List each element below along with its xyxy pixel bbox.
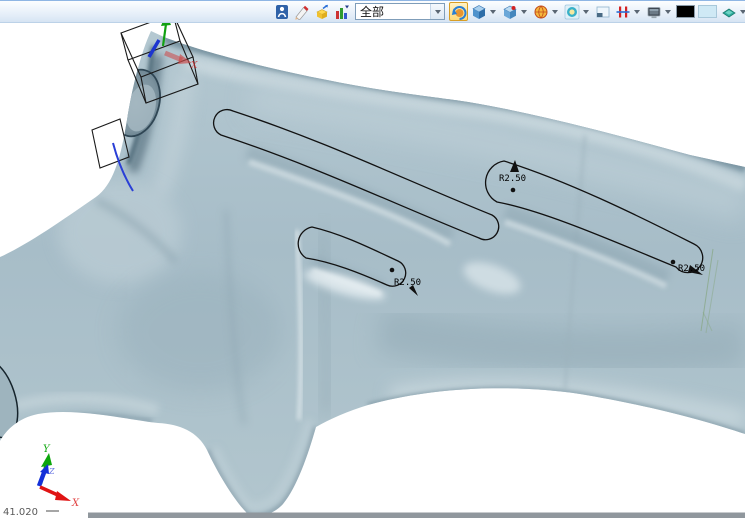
material-gem-dropdown[interactable] [740,10,745,14]
triad-z-label: Z [48,467,55,476]
clip-section-dropdown[interactable] [634,10,640,14]
triad-y-label: Y [43,444,51,455]
bottom-window-bar [88,513,745,518]
orient-view-icon[interactable] [449,2,468,21]
display-monitor-icon[interactable] [644,2,663,21]
shaded-view-icon[interactable] [500,2,519,21]
selection-filter-dropdown[interactable] [430,4,444,19]
shaded-view-dropdown[interactable] [521,10,527,14]
status-readout: 41.020 [3,507,38,518]
isometric-view-dropdown[interactable] [490,10,496,14]
datum-x-label: X [190,61,198,71]
render-style-ring-icon[interactable] [562,2,581,21]
triad-x-label: X [71,498,80,509]
face-color-blue-swatch[interactable] [698,5,717,18]
sketch-point[interactable] [511,188,516,193]
cad-application-window: Y X R2.50 R2.50 [0,0,745,518]
clip-section-icon[interactable] [613,2,632,21]
radius-dimension-text[interactable]: R2.50 [499,174,526,184]
sketch-point[interactable] [390,268,395,273]
wireframe-view-icon[interactable] [531,2,550,21]
extrude-box-icon[interactable] [312,2,331,21]
wireframe-view-dropdown[interactable] [552,10,558,14]
triad-x-arrowhead [55,491,71,501]
material-gem-icon[interactable] [719,2,738,21]
show-hide-window-icon[interactable] [593,2,612,21]
sketch-point[interactable] [671,260,676,265]
chevron-down-icon [435,10,441,14]
display-monitor-dropdown[interactable] [665,10,671,14]
top-toolbar: 全部 [0,0,745,23]
pencil-erase-icon[interactable] [292,2,311,21]
wcs-triad[interactable]: Y Z X [39,444,80,509]
isometric-view-icon[interactable] [469,2,488,21]
sort-columns-icon[interactable] [332,2,351,21]
triad-y-arrowhead [41,453,52,467]
selection-filter-combobox[interactable]: 全部 [355,3,445,20]
edge-color-black-swatch[interactable] [676,5,695,18]
radius-dimension-text[interactable]: R2.50 [394,278,421,288]
render-style-dropdown[interactable] [583,10,589,14]
selection-filter-value: 全部 [356,3,430,20]
role-person-icon[interactable] [272,2,291,21]
radius-dimension-text[interactable]: R2.50 [678,264,705,274]
graphics-viewport[interactable]: Y X R2.50 R2.50 [0,0,745,518]
